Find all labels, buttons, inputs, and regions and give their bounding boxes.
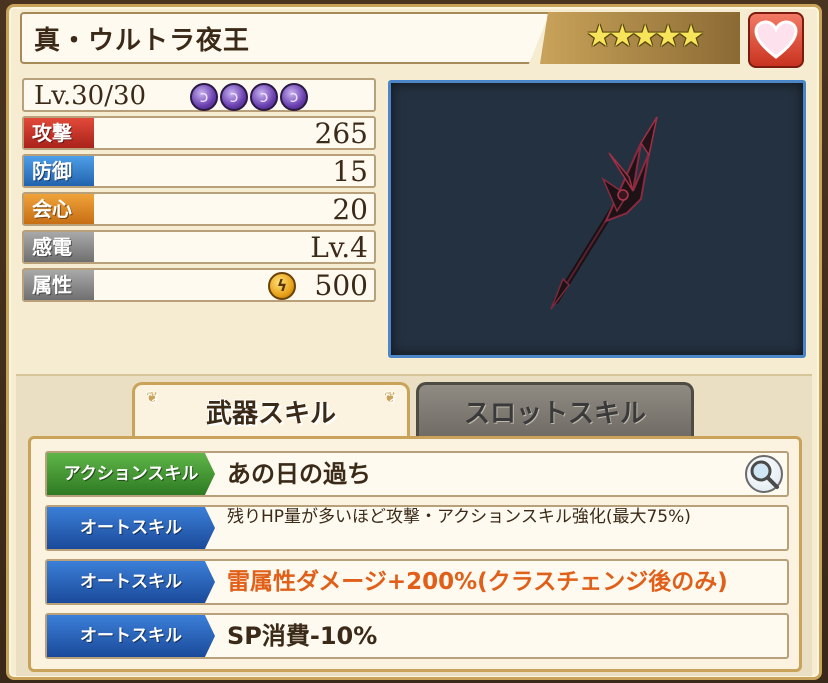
skill-row-action[interactable]: アクションスキル あの日の過ち bbox=[45, 451, 789, 497]
heart-icon bbox=[754, 20, 798, 59]
skill-type-tag: オートスキル bbox=[47, 615, 215, 657]
skill-text: あの日の過ち bbox=[227, 460, 371, 488]
stat-value: 20 bbox=[332, 193, 368, 226]
tab-corner-ornament: ❦ bbox=[146, 390, 158, 406]
stat-value: 500 bbox=[314, 269, 368, 302]
stat-row-critical: 会心 20 bbox=[22, 192, 376, 226]
stat-label: 感電 bbox=[24, 232, 94, 262]
skill-type-tag: オートスキル bbox=[47, 561, 215, 603]
awaken-orb-icon: ↄ bbox=[190, 83, 218, 111]
stat-label: 会心 bbox=[24, 194, 94, 224]
skill-type-tag: アクションスキル bbox=[47, 453, 215, 495]
awaken-orb-icon: ↄ bbox=[280, 83, 308, 111]
weapon-image bbox=[388, 80, 806, 358]
stat-label: 攻撃 bbox=[24, 118, 94, 148]
stat-row-attack: 攻撃 265 bbox=[22, 116, 376, 150]
stat-value: 265 bbox=[314, 117, 368, 150]
awaken-orb-icon: ↄ bbox=[220, 83, 248, 111]
stat-value: Lv.4 bbox=[310, 231, 368, 264]
level-text: Lv.30/30 bbox=[34, 81, 147, 111]
skill-row-auto: オートスキル 残りHP量が多いほど攻撃・アクションスキル強化(最大75%) bbox=[45, 505, 789, 551]
level-row: Lv.30/30 ↄ ↄ ↄ ↄ bbox=[22, 78, 376, 112]
skill-type-tag: オートスキル bbox=[47, 507, 215, 549]
stat-value: 15 bbox=[332, 155, 368, 188]
tab-slot-skill[interactable]: スロットスキル bbox=[416, 382, 694, 440]
skill-text: SP消費-10% bbox=[227, 622, 378, 650]
skill-list: アクションスキル あの日の過ち オートスキル 残りHP量が多いほど攻撃・アクショ… bbox=[28, 436, 802, 672]
skill-detail-button[interactable] bbox=[745, 455, 783, 493]
magnifier-icon bbox=[750, 460, 779, 489]
weapon-name: 真・ウルトラ夜王 bbox=[34, 26, 251, 56]
awaken-orbs: ↄ ↄ ↄ ↄ bbox=[190, 83, 308, 111]
favorite-button[interactable] bbox=[748, 12, 804, 68]
skill-text: 残りHP量が多いほど攻撃・アクションスキル強化(最大75%) bbox=[227, 507, 691, 527]
stat-label: 属性 bbox=[24, 270, 94, 300]
skill-row-auto: オートスキル 雷属性ダメージ+200%(クラスチェンジ後のみ) bbox=[45, 559, 789, 605]
tab-label: 武器スキル bbox=[205, 399, 336, 429]
weapon-name-bar: 真・ウルトラ夜王 bbox=[20, 12, 550, 64]
stat-row-shock: 感電 Lv.4 bbox=[22, 230, 376, 264]
tab-corner-ornament: ❦ bbox=[384, 390, 396, 406]
stat-row-defense: 防御 15 bbox=[22, 154, 376, 188]
awaken-orb-icon: ↄ bbox=[250, 83, 278, 111]
tab-label: スロットスキル bbox=[463, 399, 646, 429]
stat-label: 防御 bbox=[24, 156, 94, 186]
tab-weapon-skill[interactable]: ❦ 武器スキル ❦ bbox=[132, 382, 410, 440]
lightning-icon: ϟ bbox=[268, 272, 296, 300]
skill-text: 雷属性ダメージ+200%(クラスチェンジ後のみ) bbox=[227, 569, 728, 595]
rarity-stars: ★★★★★ bbox=[586, 19, 705, 54]
spear-icon bbox=[550, 116, 658, 310]
skill-row-auto: オートスキル SP消費-10% bbox=[45, 613, 789, 659]
stat-row-element: 属性 ϟ 500 bbox=[22, 268, 376, 302]
